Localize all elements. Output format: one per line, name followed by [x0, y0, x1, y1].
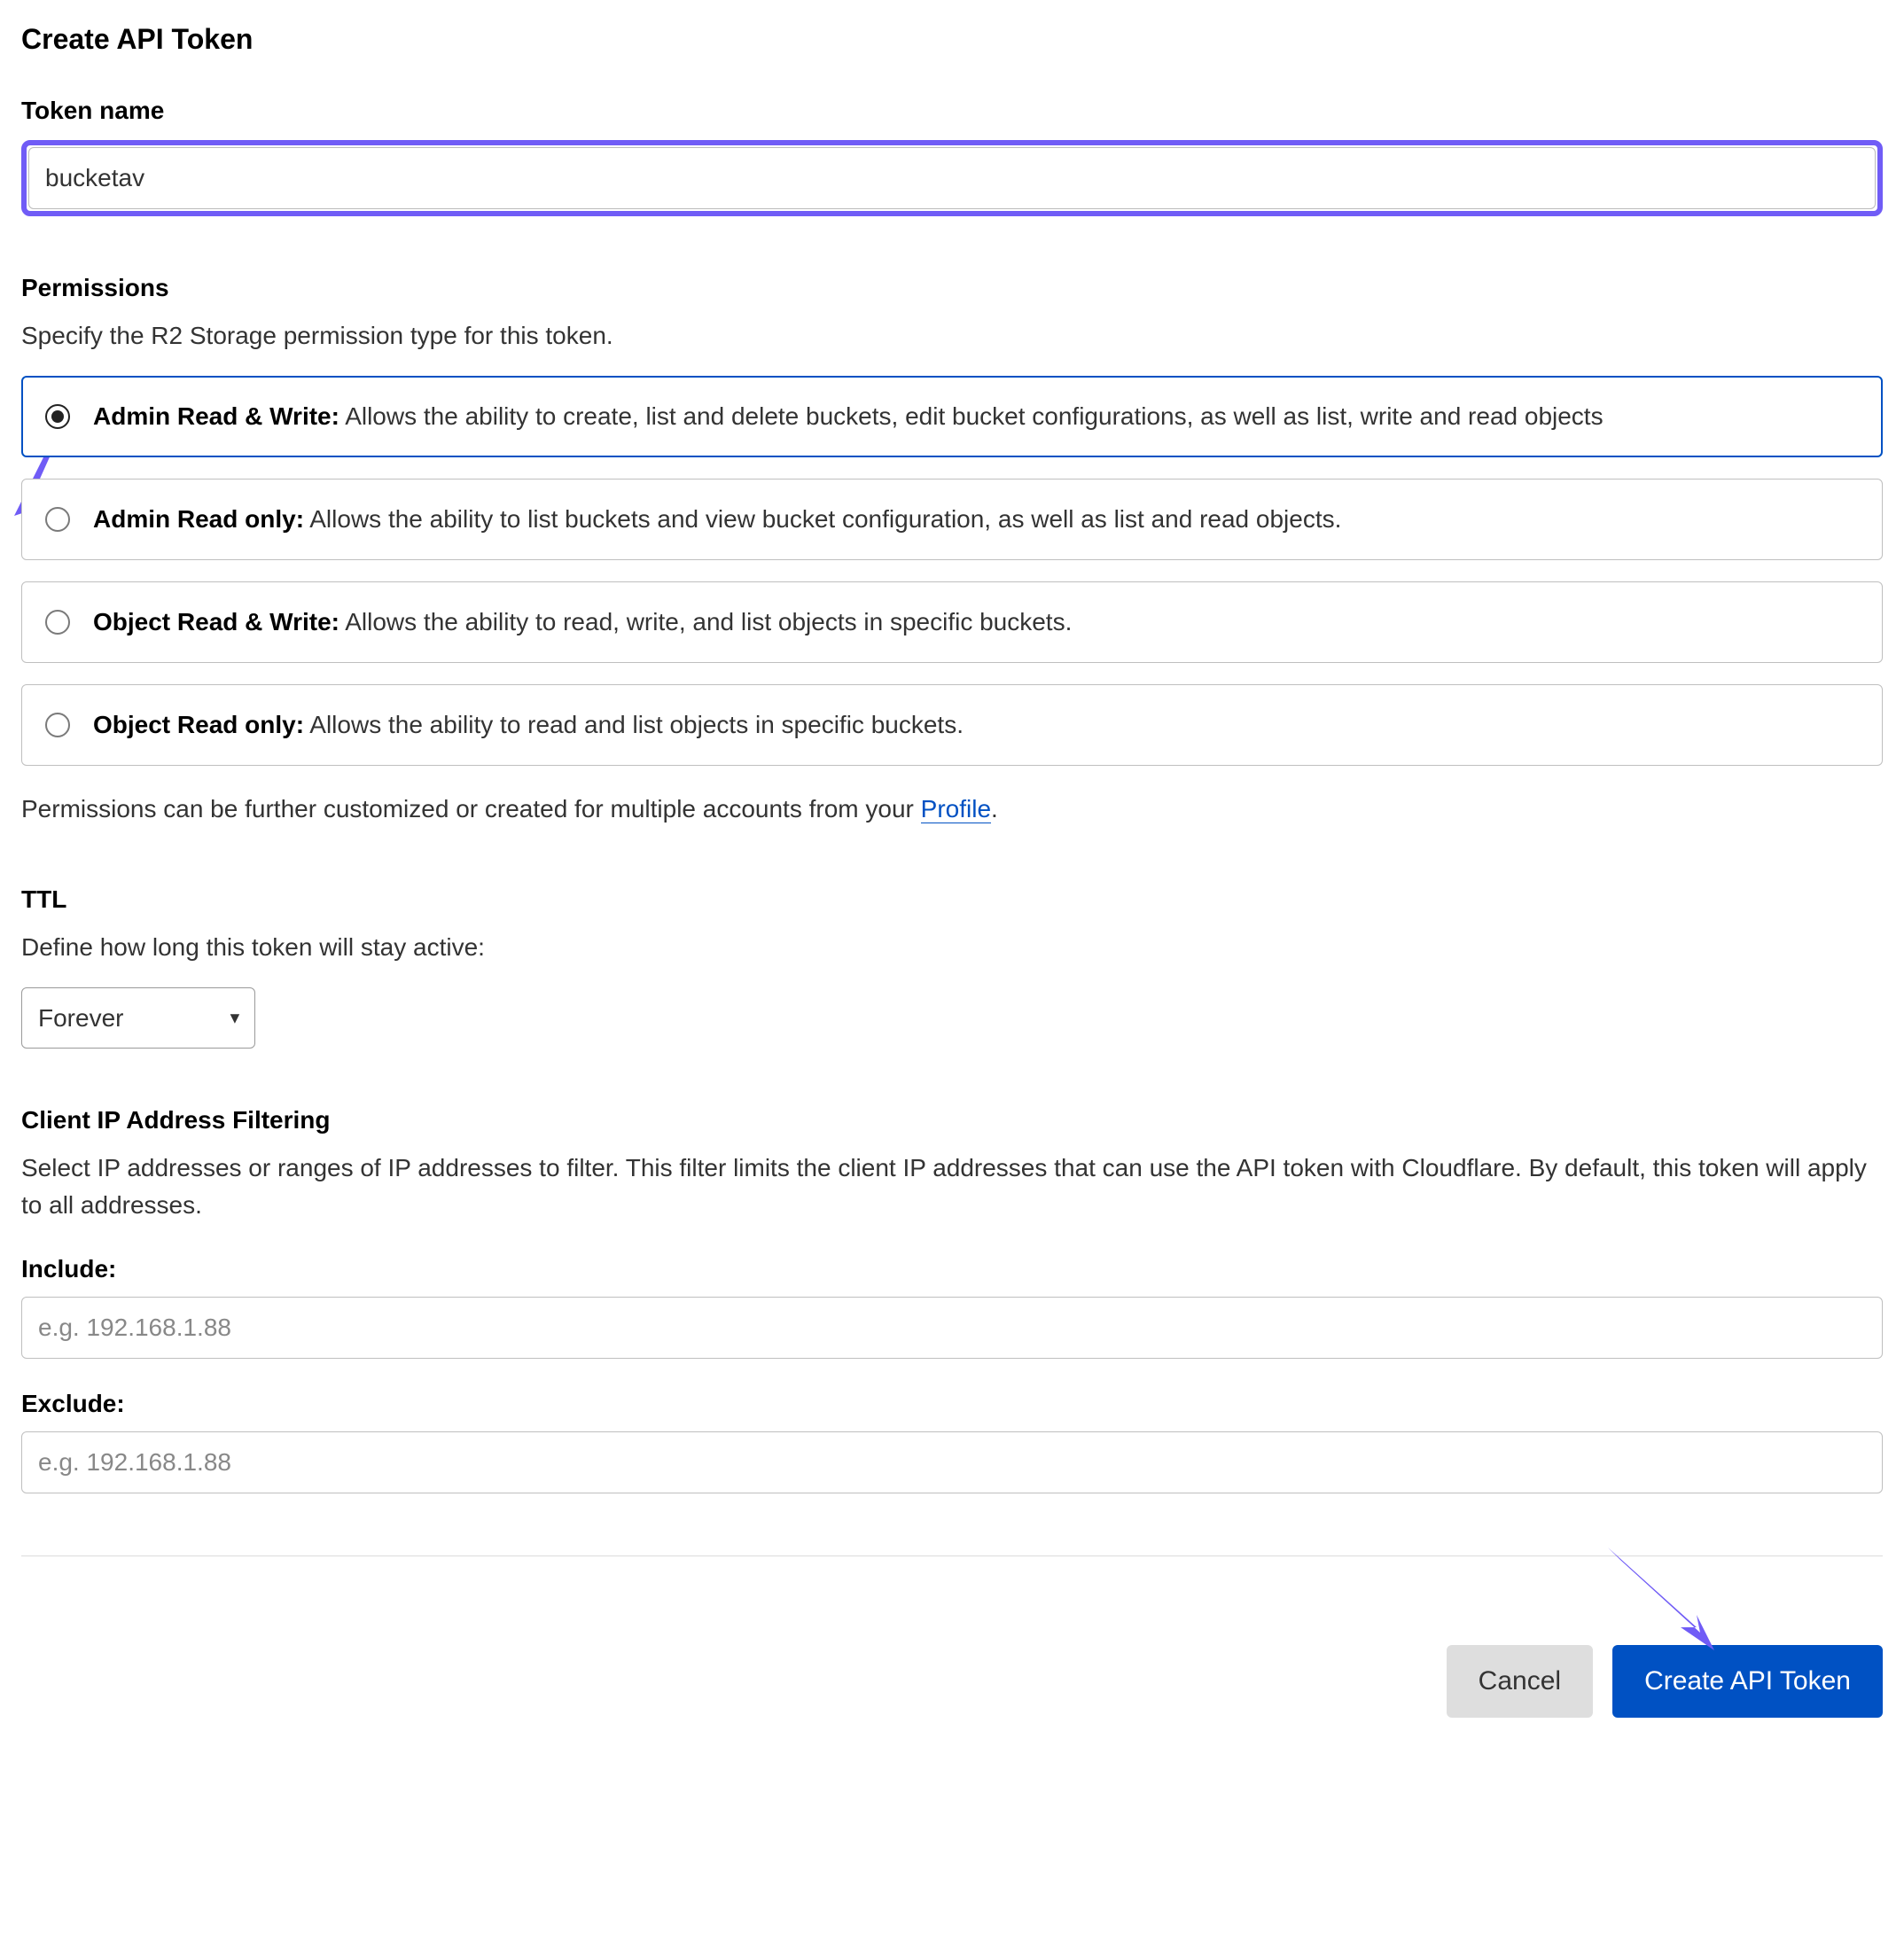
permission-text: Admin Read & Write: Allows the ability t… — [93, 398, 1604, 435]
token-name-input[interactable] — [28, 147, 1876, 209]
permissions-label: Permissions — [21, 269, 1883, 307]
permission-option[interactable]: Admin Read & Write: Allows the ability t… — [21, 376, 1883, 457]
profile-link[interactable]: Profile — [921, 795, 991, 823]
permissions-desc: Specify the R2 Storage permission type f… — [21, 317, 1883, 355]
token-name-label: Token name — [21, 92, 1883, 129]
include-input[interactable] — [21, 1297, 1883, 1359]
ip-filter-label: Client IP Address Filtering — [21, 1102, 1883, 1139]
page-title: Create API Token — [21, 18, 1883, 60]
permission-option[interactable]: Object Read & Write: Allows the ability … — [21, 581, 1883, 663]
arrow-icon — [1599, 1539, 1723, 1663]
radio-icon — [45, 404, 70, 429]
permission-text: Object Read & Write: Allows the ability … — [93, 604, 1072, 641]
permission-option[interactable]: Object Read only: Allows the ability to … — [21, 684, 1883, 766]
ttl-desc: Define how long this token will stay act… — [21, 929, 1883, 966]
include-label: Include: — [21, 1251, 1883, 1288]
permission-text: Admin Read only: Allows the ability to l… — [93, 501, 1341, 538]
ttl-label: TTL — [21, 881, 1883, 918]
radio-icon — [45, 507, 70, 532]
radio-icon — [45, 610, 70, 635]
divider — [21, 1555, 1883, 1556]
permission-text: Object Read only: Allows the ability to … — [93, 706, 964, 744]
cancel-button[interactable]: Cancel — [1447, 1645, 1593, 1718]
permissions-note: Permissions can be further customized or… — [21, 791, 1883, 828]
create-api-token-button[interactable]: Create API Token — [1612, 1645, 1883, 1718]
radio-icon — [45, 713, 70, 737]
token-name-highlight — [21, 140, 1883, 216]
ttl-select[interactable]: Forever — [21, 987, 255, 1049]
exclude-label: Exclude: — [21, 1385, 1883, 1423]
ip-filter-desc: Select IP addresses or ranges of IP addr… — [21, 1150, 1883, 1224]
exclude-input[interactable] — [21, 1431, 1883, 1493]
permission-option[interactable]: Admin Read only: Allows the ability to l… — [21, 479, 1883, 560]
